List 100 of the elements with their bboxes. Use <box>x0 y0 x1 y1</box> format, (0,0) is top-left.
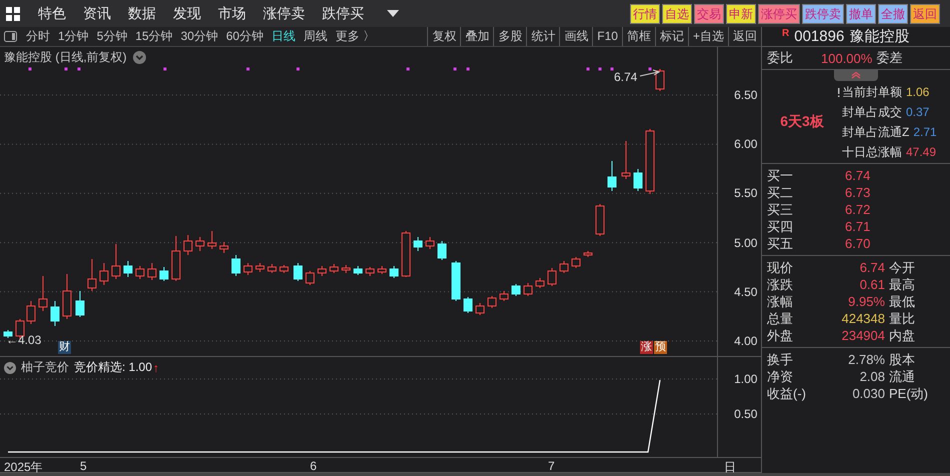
candlestick <box>342 264 350 274</box>
grid-icon[interactable] <box>6 6 20 20</box>
menu-item[interactable]: 特色 <box>38 4 66 22</box>
axis-label: 0.50 <box>734 407 758 421</box>
candlestick <box>354 266 362 276</box>
field-value: 47.49 <box>906 145 936 159</box>
candlestick <box>378 266 386 274</box>
menu-item[interactable]: 涨停卖 <box>263 4 305 22</box>
event-badge[interactable]: 涨 <box>640 341 653 354</box>
field-label: 今开 <box>889 258 915 276</box>
candlestick <box>26 300 36 324</box>
toolbar-button[interactable]: 简框 <box>622 27 655 46</box>
high-price-label: 6.74 <box>614 70 638 84</box>
candlestick <box>172 236 180 282</box>
field-label: 股本 <box>889 350 915 368</box>
axis-label: 6.50 <box>734 88 758 102</box>
field-label: 当前封单额 <box>842 84 902 100</box>
field-value: 6.74 <box>858 260 885 275</box>
field-label: 最高 <box>889 276 915 294</box>
toolbar-button[interactable]: 多股 <box>493 27 526 46</box>
field-value: 2.71 <box>913 125 937 139</box>
period-tab[interactable]: 分时 <box>26 28 50 45</box>
toolbar-button[interactable]: 叠加 <box>460 27 494 46</box>
streak-label: 6天3板 <box>779 113 825 131</box>
indicator-name: 柚子竞价 <box>21 359 69 376</box>
candlestick <box>634 168 642 192</box>
toolbar-button[interactable]: 标记 <box>654 27 688 46</box>
margin-label: R <box>782 28 790 39</box>
period-tab[interactable]: 更多 〉 <box>335 28 375 45</box>
quick-button[interactable]: 自选 <box>662 4 692 24</box>
period-tab[interactable]: 1分钟 <box>58 28 89 45</box>
toolbar-button[interactable]: 复权 <box>427 27 460 46</box>
period-tab[interactable]: 30分钟 <box>180 28 218 45</box>
candlestick <box>100 262 108 286</box>
period-tab[interactable]: 5分钟 <box>96 28 128 45</box>
candlestick <box>596 204 604 236</box>
toolbar-button[interactable]: F10 <box>592 27 622 46</box>
candlestick <box>414 236 422 252</box>
toolbar-button[interactable]: +自选 <box>688 27 728 46</box>
quick-button[interactable]: 申新 <box>726 4 756 24</box>
dropdown-caret-icon[interactable] <box>387 10 399 17</box>
candlestick <box>136 266 144 280</box>
field-label: 涨跌 <box>767 276 794 294</box>
field-label: 总量 <box>767 310 794 328</box>
bid-label: 买四 <box>767 218 794 236</box>
chevron-down-icon[interactable] <box>132 51 146 64</box>
chevron-down-icon[interactable] <box>4 362 16 374</box>
candlestick <box>88 258 96 292</box>
menu-item[interactable]: 数据 <box>128 4 156 22</box>
field-label: 封单占流通Z <box>842 124 910 140</box>
toolbar-button[interactable]: 画线 <box>559 27 592 46</box>
panel-toggle-icon[interactable] <box>4 31 17 42</box>
candlestick <box>184 234 192 256</box>
candlestick <box>148 262 156 280</box>
indicator-reading: 竞价精选: 1.00 <box>74 359 152 376</box>
bid-price: 6.73 <box>844 185 872 200</box>
candlestick <box>208 230 216 250</box>
candlestick <box>622 140 630 180</box>
period-tab[interactable]: 日线 <box>271 28 296 45</box>
menu-item[interactable]: 市场 <box>218 4 246 22</box>
stock-code: 001896 <box>794 28 844 45</box>
menu-item[interactable]: 发现 <box>173 4 201 22</box>
field-label: PE(动) <box>889 384 928 402</box>
menu-item[interactable]: 资讯 <box>83 4 111 22</box>
quick-button[interactable]: 行情 <box>630 4 660 24</box>
event-badge[interactable]: 预 <box>654 341 667 354</box>
candlestick <box>256 262 264 272</box>
candlestick <box>196 236 204 252</box>
field-value: 234904 <box>840 328 885 343</box>
field-label: 内盘 <box>889 326 915 344</box>
bid-price: 6.70 <box>844 236 872 251</box>
field-value: 0.030 <box>851 386 885 401</box>
field-value: 9.95% <box>847 294 885 309</box>
period-tab[interactable]: 15分钟 <box>135 28 173 45</box>
candlestick <box>160 266 168 282</box>
date-label: 2025年 <box>4 459 43 473</box>
period-tab[interactable]: 周线 <box>303 28 328 45</box>
axis-label: 5.00 <box>734 236 758 250</box>
candlestick <box>438 240 446 260</box>
arrow-icon <box>640 70 660 76</box>
candlestick <box>560 260 568 274</box>
event-badge[interactable]: 财 <box>58 341 71 354</box>
field-label: 委差 <box>876 49 902 67</box>
candlestick <box>306 270 314 286</box>
toolbar-button[interactable]: 返回 <box>728 27 761 46</box>
field-value: 0.61 <box>858 277 885 292</box>
axis-label: 4.50 <box>734 284 758 299</box>
menu-item[interactable]: 跌停买 <box>322 4 364 22</box>
candlestick <box>390 266 398 278</box>
field-label: 封单占成交 <box>842 104 902 120</box>
field-value: 100.00% <box>821 50 872 66</box>
bid-label: 买一 <box>767 166 794 184</box>
toolbar-button[interactable]: 统计 <box>526 27 560 46</box>
field-label: 量比 <box>889 310 915 328</box>
candlestick <box>464 296 472 314</box>
bid-price: 6.72 <box>844 202 872 217</box>
period-tab[interactable]: 60分钟 <box>226 28 264 45</box>
date-label: 日 <box>724 459 736 473</box>
candlestick <box>512 284 520 296</box>
candlestick <box>62 274 72 320</box>
